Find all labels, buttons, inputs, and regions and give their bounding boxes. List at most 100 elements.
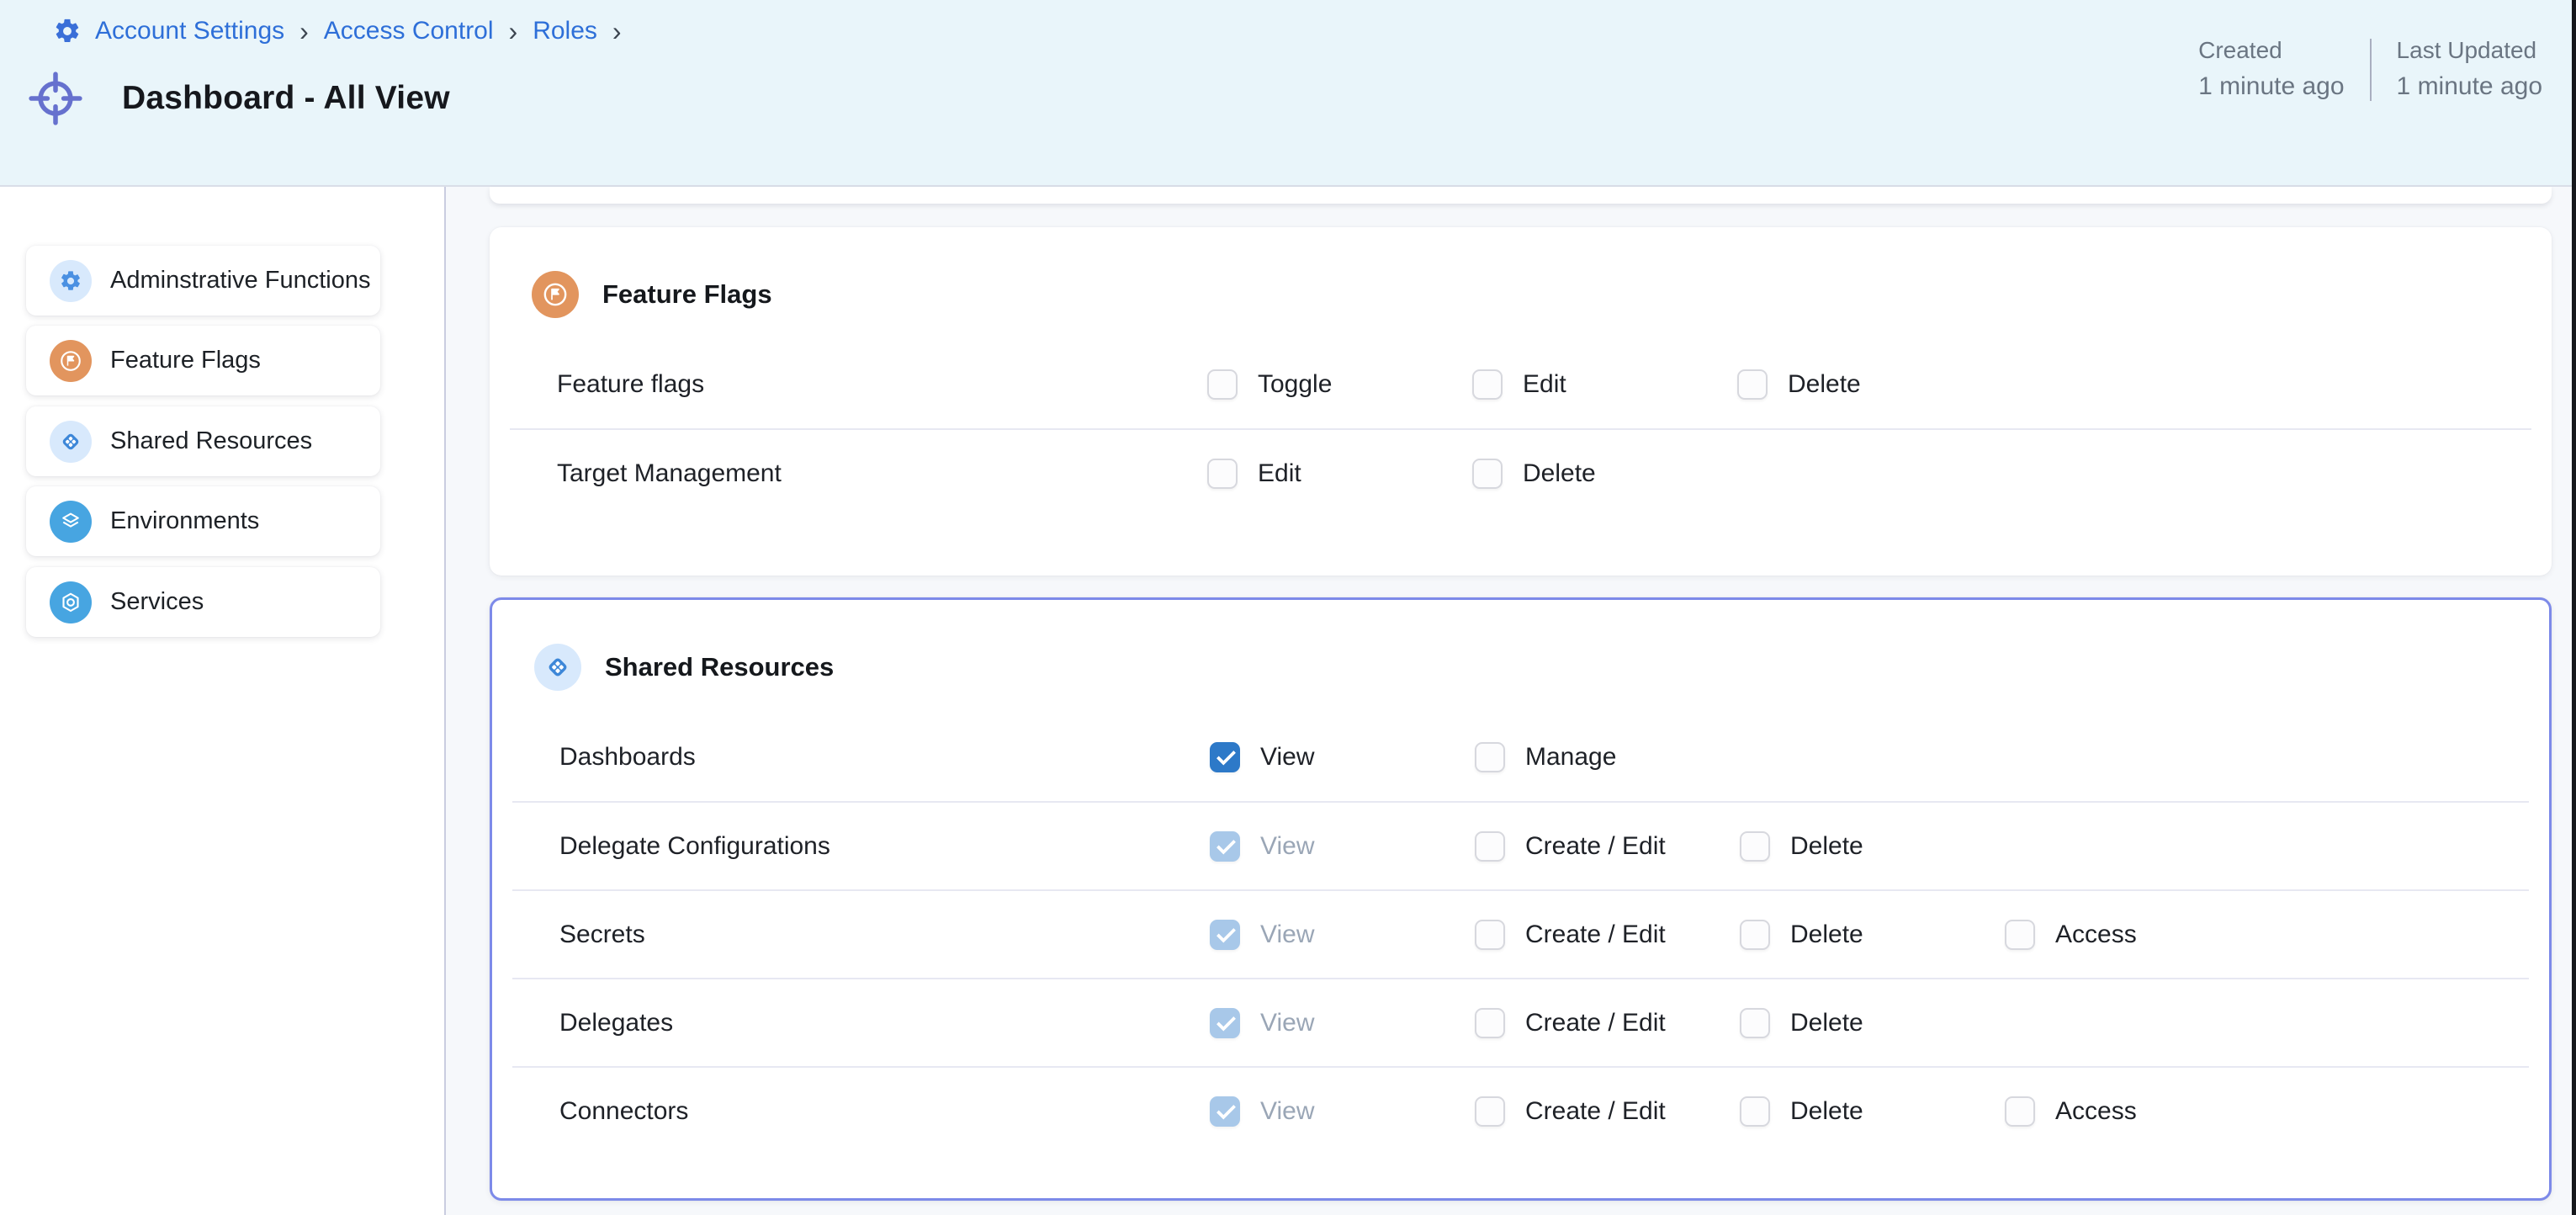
page-title: Dashboard - All View (122, 80, 450, 117)
checkbox-view (1210, 1096, 1240, 1127)
permission-label: Edit (1523, 370, 1566, 399)
resource-name: Dashboards (559, 743, 1210, 772)
checkbox-view (1210, 831, 1240, 862)
flag-icon (50, 340, 92, 382)
sidebar-item-label: Feature Flags (110, 347, 261, 374)
permission-label: Delete (1523, 459, 1596, 488)
breadcrumb: Account Settings › Access Control › Role… (53, 17, 623, 45)
breadcrumb-roles[interactable]: Roles (533, 17, 597, 45)
permission-access[interactable]: Access (2005, 920, 2529, 950)
sidebar-item-environments[interactable]: Environments (26, 486, 380, 556)
permission-delete[interactable]: Delete (1472, 459, 1737, 489)
permission-label: Access (2055, 1097, 2137, 1126)
checkbox-delete[interactable] (1472, 459, 1503, 489)
permission-label: Create / Edit (1525, 1097, 1666, 1126)
permission-edit[interactable]: Edit (1472, 369, 1737, 400)
sidebar-item-services[interactable]: Services (26, 567, 380, 637)
permission-edit[interactable]: Edit (1207, 459, 1472, 489)
permission-create-edit[interactable]: Create / Edit (1475, 920, 1740, 950)
checkbox-create-edit[interactable] (1475, 1096, 1505, 1127)
permission-label: Delete (1790, 921, 1863, 949)
permission-delete[interactable]: Delete (1740, 831, 2005, 862)
permission-label: Edit (1258, 459, 1301, 488)
checkbox-delete[interactable] (1740, 831, 1770, 862)
permission-delete[interactable]: Delete (1740, 920, 2005, 950)
permission-toggle[interactable]: Toggle (1207, 369, 1472, 400)
permission-delete[interactable]: Delete (1740, 1096, 2005, 1127)
permission-label: View (1260, 1097, 1314, 1126)
checkbox-view (1210, 1008, 1240, 1038)
sidebar-item-feature-flags[interactable]: Feature Flags (26, 326, 380, 395)
breadcrumb-chevron-icon: › (298, 18, 310, 45)
clipped-card (490, 187, 2552, 204)
shared-resources-card[interactable]: Shared Resources Dashboards View Manage … (490, 597, 2552, 1201)
checkbox-create-edit[interactable] (1475, 1008, 1505, 1038)
permission-view[interactable]: View (1210, 831, 1475, 862)
permission-view[interactable]: View (1210, 920, 1475, 950)
checkbox-create-edit[interactable] (1475, 920, 1505, 950)
permission-label: Create / Edit (1525, 1009, 1666, 1037)
permission-row: Dashboards View Manage (512, 713, 2529, 801)
resource-name: Connectors (559, 1097, 1210, 1126)
permission-delete[interactable]: Delete (1740, 1008, 2005, 1038)
permission-label: View (1260, 743, 1314, 772)
shared-resources-icon (534, 644, 581, 691)
created-meta: Created 1 minute ago (2198, 37, 2344, 101)
permission-create-edit[interactable]: Create / Edit (1475, 1008, 1740, 1038)
checkbox-toggle[interactable] (1207, 369, 1238, 400)
window-edge (2572, 0, 2576, 1215)
breadcrumb-chevron-icon: › (507, 18, 520, 45)
permission-label: Create / Edit (1525, 832, 1666, 861)
flag-icon (532, 271, 579, 318)
role-crosshair-icon (28, 71, 83, 126)
permission-view[interactable]: View (1210, 1008, 1475, 1038)
created-label: Created (2198, 37, 2344, 64)
checkbox-edit[interactable] (1207, 459, 1238, 489)
permission-row: Delegate Configurations View Create / Ed… (512, 801, 2529, 889)
permission-manage[interactable]: Manage (1475, 742, 1740, 772)
permission-label: View (1260, 832, 1314, 861)
permission-row: Feature flags Toggle Edit Delete (510, 340, 2531, 428)
checkbox-view (1210, 920, 1240, 950)
permission-row: Secrets View Create / Edit Delete Access (512, 889, 2529, 978)
last-updated-meta: Last Updated 1 minute ago (2397, 37, 2542, 101)
resource-name: Target Management (557, 459, 1207, 488)
meta-divider (2370, 39, 2372, 101)
permission-row: Delegates View Create / Edit Delete (512, 978, 2529, 1066)
breadcrumb-chevron-icon: › (611, 18, 623, 45)
breadcrumb-account-settings[interactable]: Account Settings (95, 17, 284, 45)
permission-delete[interactable]: Delete (1737, 369, 2002, 400)
checkbox-delete[interactable] (1740, 1096, 1770, 1127)
permission-view[interactable]: View (1210, 1096, 1475, 1127)
permission-access[interactable]: Access (2005, 1096, 2529, 1127)
permission-label: Access (2055, 921, 2137, 949)
sidebar-item-adminstrative-functions[interactable]: Adminstrative Functions (26, 246, 380, 316)
checkbox-delete[interactable] (1737, 369, 1768, 400)
breadcrumb-access-control[interactable]: Access Control (324, 17, 494, 45)
main-content: Feature Flags Feature flags Toggle Edit … (446, 187, 2576, 1215)
permission-label: View (1260, 921, 1314, 949)
checkbox-view[interactable] (1210, 742, 1240, 772)
services-icon (50, 581, 92, 623)
permission-row: Connectors View Create / Edit Delete Acc… (512, 1066, 2529, 1154)
sidebar-item-shared-resources[interactable]: Shared Resources (26, 406, 380, 476)
permission-view[interactable]: View (1210, 742, 1475, 772)
checkbox-create-edit[interactable] (1475, 831, 1505, 862)
permission-create-edit[interactable]: Create / Edit (1475, 831, 1740, 862)
permission-create-edit[interactable]: Create / Edit (1475, 1096, 1740, 1127)
checkbox-access[interactable] (2005, 920, 2035, 950)
permission-label: Delete (1790, 1097, 1863, 1126)
checkbox-manage[interactable] (1475, 742, 1505, 772)
card-header: Feature Flags (490, 227, 2552, 340)
resource-name: Feature flags (557, 370, 1207, 399)
checkbox-delete[interactable] (1740, 920, 1770, 950)
permission-label: Delete (1790, 1009, 1863, 1037)
permission-label: View (1260, 1009, 1314, 1037)
gear-icon (50, 260, 92, 302)
checkbox-access[interactable] (2005, 1096, 2035, 1127)
sidebar-item-label: Adminstrative Functions (110, 267, 370, 294)
checkbox-delete[interactable] (1740, 1008, 1770, 1038)
sidebar-item-label: Services (110, 588, 204, 616)
checkbox-edit[interactable] (1472, 369, 1503, 400)
permission-row: Target Management Edit Delete (510, 428, 2531, 517)
